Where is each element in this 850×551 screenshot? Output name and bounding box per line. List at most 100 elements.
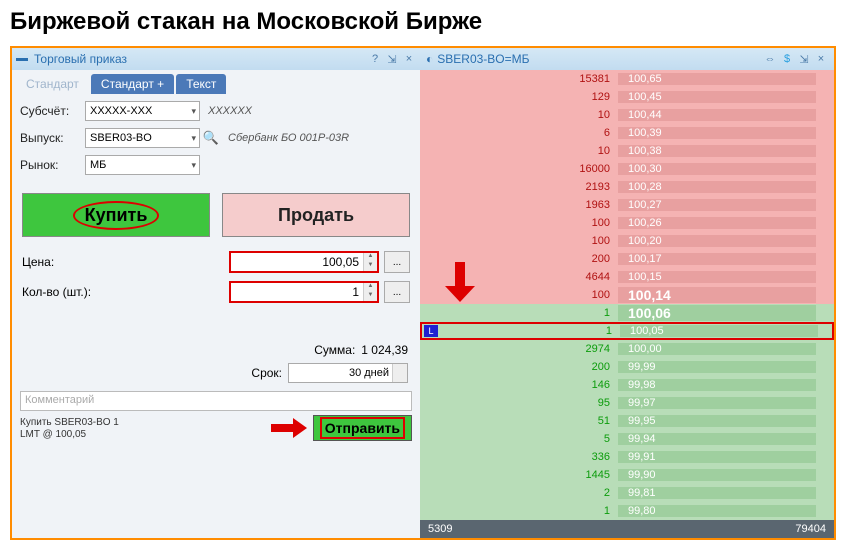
depth-row[interactable]: 1100,06 [420, 304, 834, 322]
subaccount-select[interactable]: XXXXX-XXX [85, 101, 200, 121]
bullet-icon: ◐ [426, 52, 433, 66]
footer-right: 79404 [795, 523, 826, 535]
issue-label: Выпуск: [20, 131, 85, 145]
depth-price: 99,80 [618, 505, 816, 517]
search-icon[interactable]: 🔍 [202, 129, 220, 147]
tab-text[interactable]: Текст [176, 74, 226, 94]
depth-price: 99,97 [618, 397, 816, 409]
close-icon[interactable]: × [814, 52, 828, 66]
comment-input[interactable]: Комментарий [20, 391, 412, 411]
main-container: Торговый приказ ? ⇲ × Стандарт Стандарт … [10, 46, 836, 540]
depth-row[interactable]: 100100,26 [420, 214, 834, 232]
depth-row[interactable]: 2974100,00 [420, 340, 834, 358]
send-button[interactable]: Отправить [313, 415, 412, 441]
depth-row[interactable]: 20099,99 [420, 358, 834, 376]
depth-title: SBER03-BO=МБ [437, 52, 529, 66]
market-label: Рынок: [20, 158, 85, 172]
depth-price: 100,44 [618, 109, 816, 121]
depth-price: 100,26 [618, 217, 816, 229]
depth-volume: 2193 [420, 181, 618, 193]
tabs: Стандарт Стандарт + Текст [12, 70, 420, 94]
depth-volume: 1963 [420, 199, 618, 211]
depth-price: 100,45 [618, 91, 816, 103]
depth-row[interactable]: L1100,05 [420, 322, 834, 340]
depth-volume: 2974 [420, 343, 618, 355]
depth-volume: 336 [420, 451, 618, 463]
depth-footer: 5309 79404 [420, 520, 834, 538]
depth-volume: 16000 [420, 163, 618, 175]
issue-desc: Сбербанк БО 001P-03R [228, 132, 349, 144]
depth-row[interactable]: 4644100,15 [420, 268, 834, 286]
order-summary: Купить SBER03-BO 1 LMT @ 100,05 [20, 417, 119, 441]
subaccount-label: Субсчёт: [20, 104, 85, 118]
depth-price: 100,17 [618, 253, 816, 265]
depth-volume: 95 [420, 397, 618, 409]
depth-row[interactable]: 200100,17 [420, 250, 834, 268]
depth-volume: 10 [420, 109, 618, 121]
depth-price: 99,95 [618, 415, 816, 427]
depth-price: 100,39 [618, 127, 816, 139]
depth-row[interactable]: 10100,44 [420, 106, 834, 124]
expand-icon[interactable]: ⇔ [763, 52, 777, 66]
pin-icon[interactable]: ⇲ [797, 52, 811, 66]
depth-row[interactable]: 2193100,28 [420, 178, 834, 196]
depth-price: 99,99 [618, 361, 816, 373]
tab-standard-plus[interactable]: Стандарт + [91, 74, 174, 94]
depth-row[interactable]: 129100,45 [420, 88, 834, 106]
depth-price: 100,38 [618, 145, 816, 157]
depth-row[interactable]: 10100,38 [420, 142, 834, 160]
arrow-right-icon [271, 418, 309, 438]
depth-row[interactable]: 9599,97 [420, 394, 834, 412]
currency-icon[interactable]: $ [780, 52, 794, 66]
depth-price: 100,20 [618, 235, 816, 247]
depth-price: 99,81 [618, 487, 816, 499]
depth-volume: 6 [420, 127, 618, 139]
depth-volume: 2 [420, 487, 618, 499]
subaccount-desc: XXXXXX [208, 105, 252, 117]
depth-volume: 1 [420, 307, 618, 319]
depth-row[interactable]: 1963100,27 [420, 196, 834, 214]
depth-row[interactable]: 6100,39 [420, 124, 834, 142]
depth-row[interactable]: 100100,14 [420, 286, 834, 304]
depth-row[interactable]: 14699,98 [420, 376, 834, 394]
depth-volume: 51 [420, 415, 618, 427]
sell-button[interactable]: Продать [222, 193, 410, 237]
depth-price: 100,27 [618, 199, 816, 211]
depth-row[interactable]: 599,94 [420, 430, 834, 448]
depth-volume: 1 [422, 325, 620, 337]
depth-row[interactable]: 199,80 [420, 502, 834, 520]
market-select[interactable]: МБ [85, 155, 200, 175]
qty-more-button[interactable]: ... [384, 281, 410, 303]
buy-button[interactable]: Купить [22, 193, 210, 237]
order-panel: Торговый приказ ? ⇲ × Стандарт Стандарт … [12, 48, 420, 538]
depth-titlebar: ◐ SBER03-BO=МБ ⇔ $ ⇲ × [420, 48, 834, 70]
tab-standard[interactable]: Стандарт [16, 74, 89, 94]
qty-input[interactable]: 1 ▲▼ [229, 281, 379, 303]
depth-price: 100,06 [618, 305, 816, 321]
depth-row[interactable]: 33699,91 [420, 448, 834, 466]
depth-price: 100,00 [618, 343, 816, 355]
depth-row[interactable]: 144599,90 [420, 466, 834, 484]
pin-icon[interactable]: ⇲ [385, 52, 399, 66]
menu-icon[interactable] [16, 58, 28, 61]
depth-row[interactable]: 100100,20 [420, 232, 834, 250]
depth-row[interactable]: 5199,95 [420, 412, 834, 430]
term-input[interactable]: 30 дней [288, 363, 408, 383]
depth-volume: 146 [420, 379, 618, 391]
depth-price: 99,90 [618, 469, 816, 481]
qty-label: Кол-во (шт.): [22, 285, 112, 299]
order-titlebar: Торговый приказ ? ⇲ × [12, 48, 420, 70]
depth-table[interactable]: 15381100,65129100,4510100,446100,3910100… [420, 70, 834, 520]
help-icon[interactable]: ? [368, 52, 382, 66]
price-label: Цена: [22, 255, 112, 269]
price-more-button[interactable]: ... [384, 251, 410, 273]
issue-select[interactable]: SBER03-BO [85, 128, 200, 148]
depth-price: 100,05 [620, 325, 818, 337]
depth-row[interactable]: 15381100,65 [420, 70, 834, 88]
depth-row[interactable]: 16000100,30 [420, 160, 834, 178]
depth-row[interactable]: 299,81 [420, 484, 834, 502]
arrow-down-icon [445, 262, 475, 302]
price-input[interactable]: 100,05 ▲▼ [229, 251, 379, 273]
close-icon[interactable]: × [402, 52, 416, 66]
term-label: Срок: [251, 366, 282, 380]
